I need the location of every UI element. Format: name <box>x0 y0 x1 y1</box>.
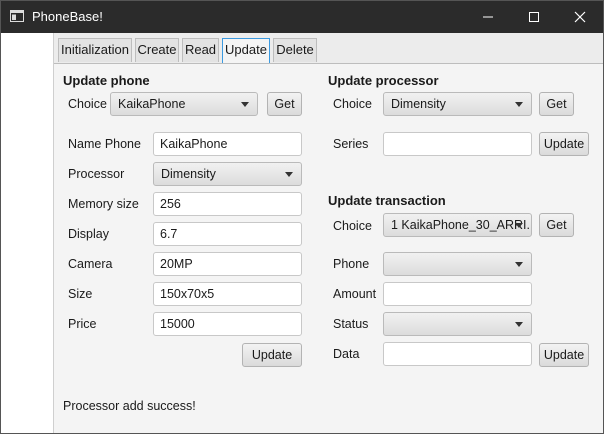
processor-choice-value: Dimensity <box>391 97 446 111</box>
update-phone-button[interactable]: Update <box>242 343 302 367</box>
size-input[interactable]: 150x70x5 <box>153 282 302 306</box>
size-label: Size <box>68 287 93 301</box>
phone-get-button[interactable]: Get <box>267 92 302 116</box>
transaction-phone-combo[interactable] <box>383 252 532 276</box>
maximize-button[interactable] <box>511 1 557 33</box>
chevron-down-icon <box>515 322 523 327</box>
tab-read[interactable]: Read <box>182 38 219 62</box>
close-icon <box>574 11 586 23</box>
update-processor-button[interactable]: Update <box>539 132 589 156</box>
transaction-status-combo[interactable] <box>383 312 532 336</box>
tab-create[interactable]: Create <box>135 38 179 62</box>
display-label: Display <box>68 227 109 241</box>
series-input[interactable] <box>383 132 532 156</box>
tab-initialization[interactable]: Initialization <box>58 38 132 62</box>
phone-choice-value: KaikaPhone <box>118 97 186 111</box>
status-label: Status <box>333 317 369 331</box>
amount-input[interactable] <box>383 282 532 306</box>
update-transaction-button[interactable]: Update <box>539 343 589 367</box>
processor-get-button[interactable]: Get <box>539 92 574 116</box>
update-tab-content: Update phone Choice KaikaPhone Get Name … <box>54 64 603 433</box>
transaction-get-button[interactable]: Get <box>539 213 574 237</box>
status-message: Processor add success! <box>63 399 196 413</box>
app-window: PhoneBase! Initialization Create Read Up… <box>0 0 604 434</box>
title-bar: PhoneBase! <box>1 1 603 33</box>
memory-size-input[interactable]: 256 <box>153 192 302 216</box>
maximize-icon <box>529 12 539 22</box>
minimize-button[interactable] <box>465 1 511 33</box>
processor-choice-combo[interactable]: Dimensity <box>383 92 532 116</box>
chevron-down-icon <box>285 172 293 177</box>
transaction-choice-combo[interactable]: 1 KaikaPhone_30_ARRI... <box>383 213 532 237</box>
display-input[interactable]: 6.7 <box>153 222 302 246</box>
processor-combo[interactable]: Dimensity <box>153 162 302 186</box>
tab-bar: Initialization Create Read Update Delete <box>54 33 603 64</box>
camera-input[interactable]: 20MP <box>153 252 302 276</box>
processor-value: Dimensity <box>161 167 216 181</box>
data-label: Data <box>333 347 360 361</box>
transaction-choice-label: Choice <box>333 219 372 233</box>
phone-choice-label: Choice <box>68 97 107 111</box>
chevron-down-icon <box>241 102 249 107</box>
price-input[interactable]: 15000 <box>153 312 302 336</box>
phone-choice-combo[interactable]: KaikaPhone <box>110 92 258 116</box>
transaction-choice-value: 1 KaikaPhone_30_ARRI... <box>391 218 532 232</box>
chevron-down-icon <box>515 262 523 267</box>
processor-label: Processor <box>68 167 125 181</box>
left-side-panel <box>1 33 54 433</box>
camera-label: Camera <box>68 257 113 271</box>
minimize-icon <box>483 16 493 18</box>
tab-update[interactable]: Update <box>222 38 270 63</box>
data-input[interactable] <box>383 342 532 366</box>
name-phone-input[interactable]: KaikaPhone <box>153 132 302 156</box>
close-button[interactable] <box>557 1 603 33</box>
price-label: Price <box>68 317 97 331</box>
window-title: PhoneBase! <box>32 9 103 24</box>
app-window-icon <box>10 10 24 22</box>
update-phone-heading: Update phone <box>63 73 150 88</box>
amount-label: Amount <box>333 287 377 301</box>
name-phone-label: Name Phone <box>68 137 141 151</box>
update-transaction-heading: Update transaction <box>328 193 446 208</box>
series-label: Series <box>333 137 369 151</box>
phone-label: Phone <box>333 257 370 271</box>
tab-delete[interactable]: Delete <box>273 38 317 62</box>
update-processor-heading: Update processor <box>328 73 439 88</box>
chevron-down-icon <box>515 102 523 107</box>
chevron-down-icon <box>515 223 523 228</box>
processor-choice-label: Choice <box>333 97 372 111</box>
memory-size-label: Memory size <box>68 197 139 211</box>
